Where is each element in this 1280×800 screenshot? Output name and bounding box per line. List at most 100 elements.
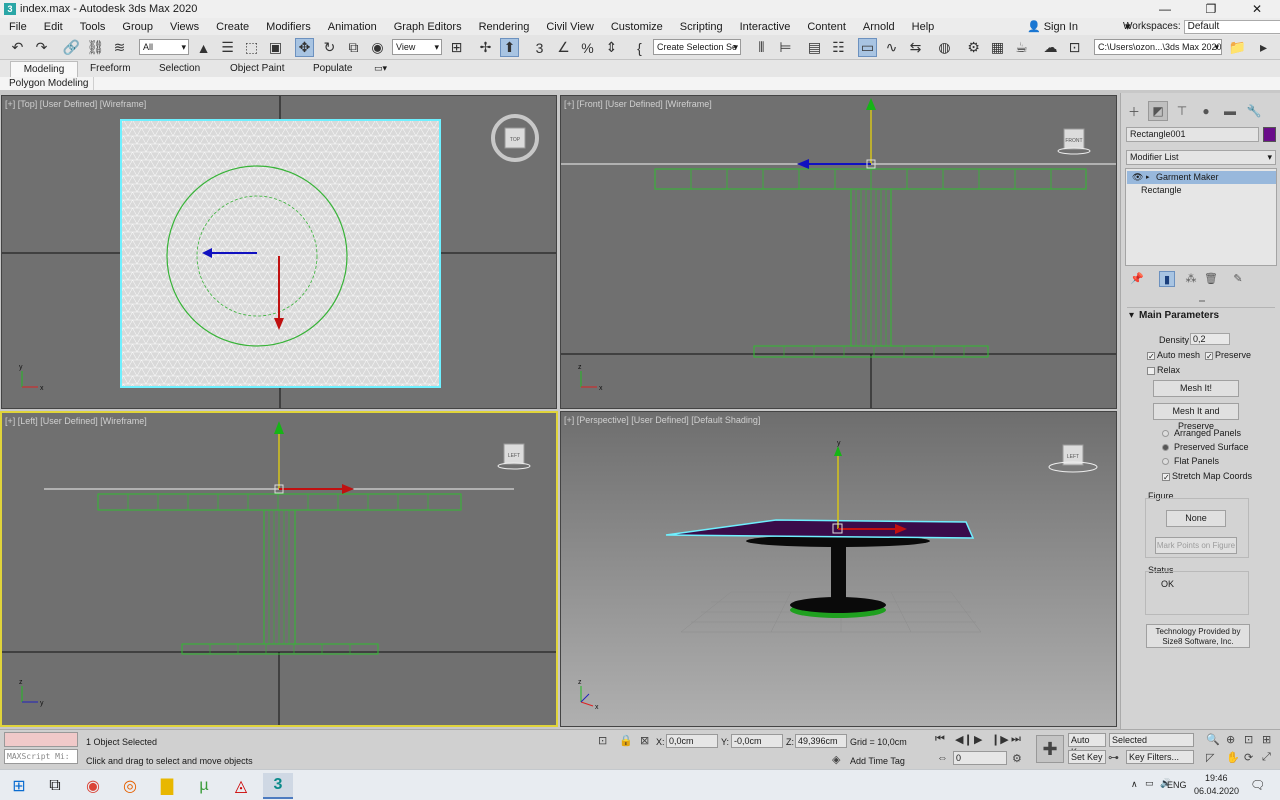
- z-coordinate-field[interactable]: 49,396cm: [795, 734, 847, 748]
- current-frame-field[interactable]: 0: [953, 751, 1007, 765]
- utilities-tab-icon[interactable]: 🔧: [1244, 101, 1264, 121]
- show-end-result-icon[interactable]: ▮: [1159, 271, 1175, 287]
- render-in-cloud-icon[interactable]: ☁: [1041, 38, 1060, 57]
- next-frame-icon[interactable]: ❙▶: [991, 733, 1009, 746]
- angle-snap-icon[interactable]: ∠: [554, 38, 573, 57]
- viewport-top[interactable]: TOP y x [+] [Top] [User Defined] [Wirefr…: [1, 95, 557, 409]
- mark-points-button[interactable]: Mark Points on Figure: [1155, 537, 1237, 554]
- chrome-icon[interactable]: ◉: [78, 773, 108, 799]
- pan-icon[interactable]: ✋: [1226, 751, 1240, 764]
- menu-modifiers[interactable]: Modifiers: [257, 21, 319, 33]
- play-icon[interactable]: ▶: [974, 733, 982, 746]
- menu-interactive[interactable]: Interactive: [731, 21, 799, 33]
- render-icon[interactable]: ☕: [1012, 38, 1031, 57]
- redo-icon[interactable]: ↷: [32, 38, 51, 57]
- polygon-modeling-panel[interactable]: Polygon Modeling: [5, 77, 94, 90]
- rendered-frame-icon[interactable]: ▦: [988, 38, 1007, 57]
- start-icon[interactable]: ⊞: [4, 773, 34, 799]
- selection-filter-dropdown[interactable]: All: [139, 39, 189, 55]
- viewport-perspective[interactable]: y LEFT z x [+] [Perspective] [User Defin…: [560, 411, 1117, 727]
- pin-stack-icon[interactable]: 📌: [1129, 271, 1145, 287]
- stretch-map-check[interactable]: ✓: [1162, 472, 1170, 481]
- menu-tools[interactable]: Tools: [71, 21, 114, 33]
- menu-graph-editors[interactable]: Graph Editors: [385, 21, 470, 33]
- make-unique-icon[interactable]: ⁂: [1183, 271, 1199, 287]
- close-button[interactable]: ✕: [1234, 0, 1280, 18]
- tab-populate[interactable]: Populate: [305, 61, 360, 77]
- align-icon[interactable]: ⊨: [776, 38, 795, 57]
- mesh-it-button[interactable]: Mesh It!: [1153, 380, 1239, 397]
- viewport-top-label[interactable]: [+] [Top] [User Defined] [Wireframe]: [5, 99, 146, 109]
- bind-space-warp-icon[interactable]: ≋: [110, 38, 129, 57]
- absolute-mode-icon[interactable]: ⊠: [640, 734, 649, 747]
- utorrent-icon[interactable]: µ: [189, 773, 219, 799]
- viewport-front[interactable]: FRONT z x [+] [Front] [User Defined] [Wi…: [560, 95, 1117, 409]
- relax-checkbox[interactable]: Relax: [1147, 365, 1180, 375]
- key-filters-button[interactable]: Key Filters...: [1126, 750, 1194, 764]
- remove-modifier-icon[interactable]: 🗑: [1203, 271, 1219, 287]
- clock-date[interactable]: 06.04.2020: [1194, 786, 1239, 796]
- ribbon-options-icon[interactable]: ▭▾: [366, 61, 395, 77]
- relax-check[interactable]: [1147, 366, 1155, 375]
- menu-edit[interactable]: Edit: [35, 21, 71, 33]
- menu-file[interactable]: File: [0, 21, 35, 33]
- render-setup-icon[interactable]: ⚙: [964, 38, 983, 57]
- notifications-icon[interactable]: 🗨: [1250, 778, 1265, 792]
- hierarchy-tab-icon[interactable]: ⊤: [1172, 101, 1192, 121]
- percent-snap-icon[interactable]: %: [578, 38, 597, 57]
- ribbon-toggle-icon[interactable]: ▭: [858, 38, 877, 57]
- mirror-icon[interactable]: ⫴: [752, 38, 771, 57]
- zoom-extents-icon[interactable]: ⊡: [1244, 733, 1253, 746]
- sign-in[interactable]: 👤 Sign In ▾: [1027, 18, 1130, 35]
- curve-editor-icon[interactable]: ∿: [882, 38, 901, 57]
- menu-views[interactable]: Views: [161, 21, 207, 33]
- menu-help[interactable]: Help: [903, 21, 943, 33]
- front-viewcube-label[interactable]: FRONT: [1065, 138, 1082, 144]
- menu-group[interactable]: Group: [113, 21, 161, 33]
- minimize-button[interactable]: —: [1142, 0, 1188, 18]
- key-mode-dropdown[interactable]: Selected: [1109, 733, 1194, 747]
- clock-time[interactable]: 19:46: [1205, 773, 1228, 783]
- x-coordinate-field[interactable]: 0,0cm: [666, 734, 718, 748]
- panel-resize-handle[interactable]: [1199, 300, 1205, 302]
- workspaces-dropdown[interactable]: Default: [1183, 19, 1280, 34]
- main-parameters-rollout[interactable]: Main Parameters: [1127, 307, 1275, 324]
- tab-freeform[interactable]: Freeform: [82, 61, 139, 77]
- 3ds-max-taskbar-icon[interactable]: 3: [263, 773, 293, 799]
- create-tab-icon[interactable]: ＋: [1124, 101, 1144, 121]
- project-folder-dropdown[interactable]: C:\Users\ozon...\3ds Max 2020: [1094, 39, 1222, 55]
- menu-content[interactable]: Content: [798, 21, 854, 33]
- perspective-viewcube-label[interactable]: LEFT: [1067, 454, 1079, 460]
- object-color-swatch[interactable]: [1263, 127, 1276, 142]
- unlink-icon[interactable]: ⛓: [86, 38, 105, 57]
- window-crossing-icon[interactable]: ▣: [266, 38, 285, 57]
- link-icon[interactable]: 🔗: [62, 38, 81, 57]
- display-tab-icon[interactable]: ▬: [1220, 101, 1240, 121]
- select-object-icon[interactable]: ▲: [194, 38, 213, 57]
- preserve-checkbox[interactable]: ✓ Preserve: [1205, 350, 1251, 360]
- tab-object-paint[interactable]: Object Paint: [222, 61, 292, 77]
- tab-selection[interactable]: Selection: [151, 61, 208, 77]
- select-and-scale-icon[interactable]: ⧉: [344, 38, 363, 57]
- material-editor-icon[interactable]: ◍: [935, 38, 954, 57]
- viewport-left-label[interactable]: [+] [Left] [User Defined] [Wireframe]: [5, 416, 147, 426]
- auto-key-button[interactable]: Auto Key: [1068, 733, 1106, 757]
- auto-mesh-checkbox[interactable]: ✓ Auto mesh: [1147, 350, 1200, 360]
- spinner-snap-icon[interactable]: ⇕: [602, 38, 621, 57]
- go-to-start-icon[interactable]: ⏮: [935, 733, 945, 746]
- snaps-toggle-icon[interactable]: 3: [530, 38, 549, 57]
- layer-explorer-icon[interactable]: ☷: [829, 38, 848, 57]
- object-name-field[interactable]: Rectangle001: [1126, 127, 1259, 142]
- scene-explorer-icon[interactable]: ▤: [805, 38, 824, 57]
- orbit-icon[interactable]: ⟳: [1244, 751, 1253, 764]
- menu-arnold[interactable]: Arnold: [854, 21, 903, 33]
- time-tag-icon[interactable]: ◈: [832, 753, 840, 766]
- previous-frame-icon[interactable]: ◀❙: [955, 733, 973, 746]
- schematic-view-icon[interactable]: ⇆: [906, 38, 925, 57]
- field-of-view-icon[interactable]: ◸: [1206, 751, 1214, 764]
- viewport-left[interactable]: LEFT z y [+] [Left] [User Defined] [Wire…: [0, 411, 558, 727]
- viewport-perspective-label[interactable]: [+] [Perspective] [User Defined] [Defaul…: [564, 415, 760, 425]
- firefox-icon[interactable]: ◎: [115, 773, 145, 799]
- keyboard-shortcut-override-icon[interactable]: ⬆: [500, 38, 519, 57]
- menu-create[interactable]: Create: [207, 21, 257, 33]
